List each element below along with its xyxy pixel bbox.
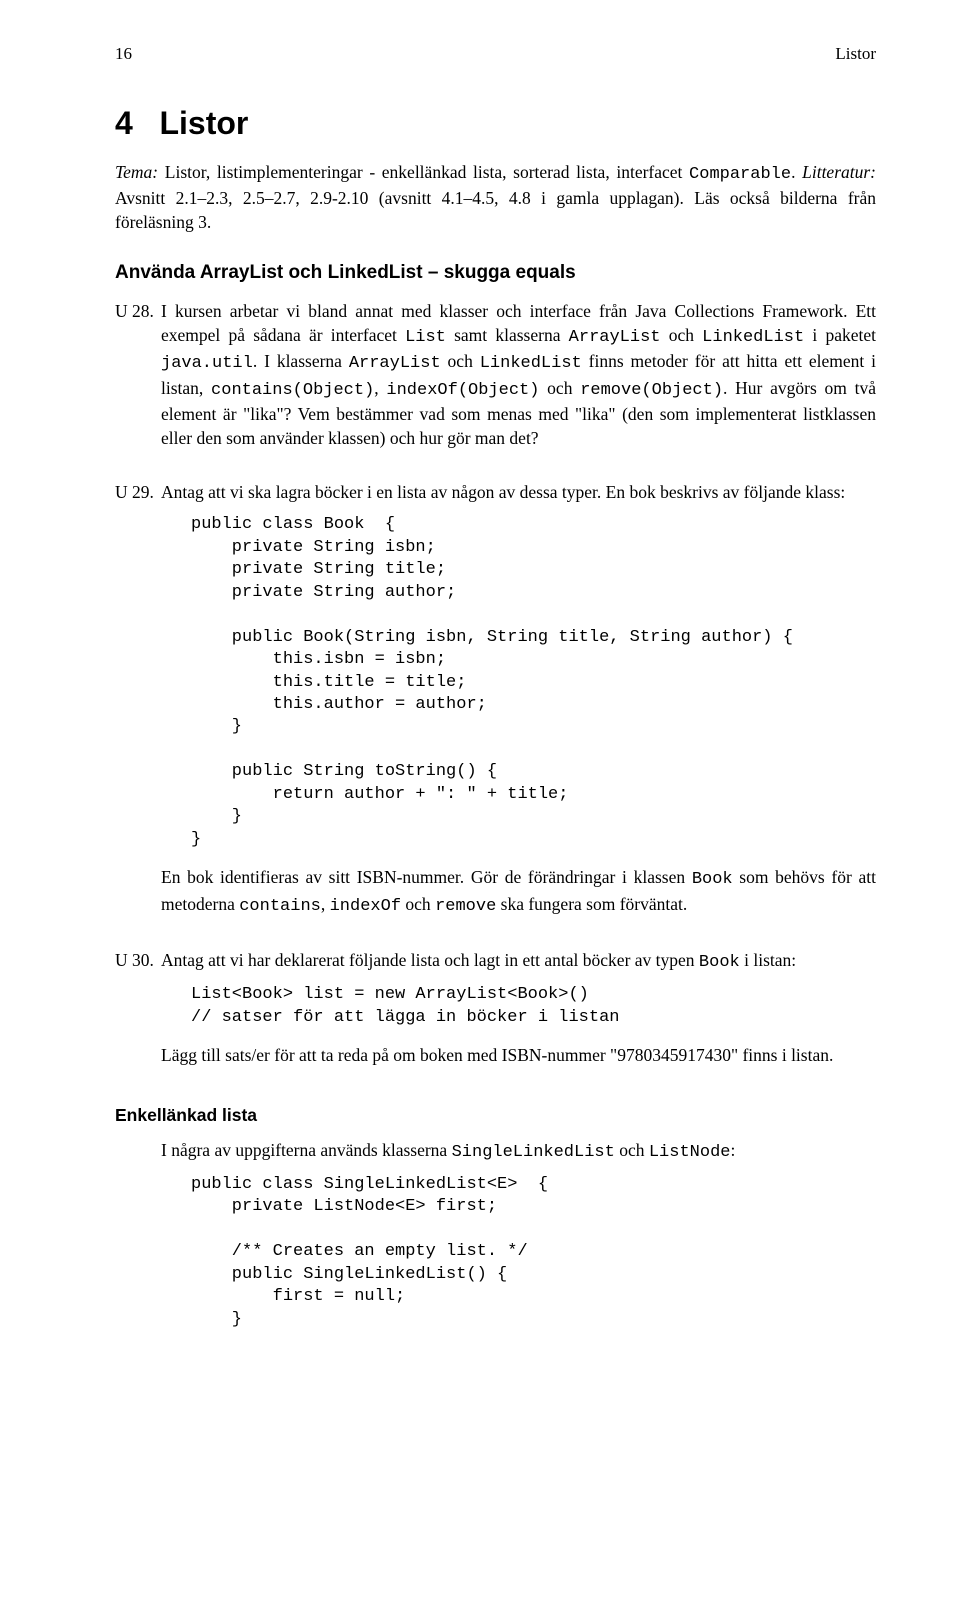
u29-followup: En bok identifieras av sitt ISBN-nummer.… xyxy=(161,865,876,918)
code-comparable: Comparable xyxy=(689,165,791,184)
chapter-heading: 4 Listor xyxy=(115,101,876,145)
page-header: 16 Listor xyxy=(115,42,876,65)
exercise-body: Antag att vi har deklarerat följande lis… xyxy=(161,948,876,1077)
tema-text: Listor, listimplementeringar - enkellänk… xyxy=(165,162,689,182)
page-number: 16 xyxy=(115,42,132,65)
u30-code-block: List<Book> list = new ArrayList<Book>() … xyxy=(161,984,876,1029)
exercise-u28: U 28. I kursen arbetar vi bland annat me… xyxy=(115,299,876,461)
section-2-wrapper: Enkellänkad lista I några av uppgifterna… xyxy=(161,1103,876,1331)
u29-code-block: public class Book { private String isbn;… xyxy=(161,514,876,851)
exercise-label: U 30. xyxy=(115,948,161,972)
u30-followup: Lägg till sats/er för att ta reda på om … xyxy=(161,1043,876,1067)
tema-paragraph: Tema: Listor, listimplementeringar - enk… xyxy=(115,160,876,235)
litteratur-text: Avsnitt 2.1–2.3, 2.5–2.7, 2.9-2.10 (avsn… xyxy=(115,188,876,232)
chapter-number: 4 xyxy=(115,105,133,141)
section2-intro: I några av uppgifterna används klasserna… xyxy=(161,1138,876,1164)
section-heading-enkellankad: Enkellänkad lista xyxy=(115,1103,876,1127)
u30-intro: Antag att vi har deklarerat följande lis… xyxy=(161,948,876,974)
exercise-body: I kursen arbetar vi bland annat med klas… xyxy=(161,299,876,461)
exercise-label: U 28. xyxy=(115,299,161,323)
exercise-label: U 29. xyxy=(115,480,161,504)
running-head: Listor xyxy=(835,42,876,65)
exercise-u29: U 29. Antag att vi ska lagra böcker i en… xyxy=(115,480,876,928)
tema-label: Tema: xyxy=(115,162,158,182)
page: 16 Listor 4 Listor Tema: Listor, listimp… xyxy=(0,0,960,1613)
u28-paragraph: I kursen arbetar vi bland annat med klas… xyxy=(161,299,876,451)
exercise-u30: U 30. Antag att vi har deklarerat följan… xyxy=(115,948,876,1077)
litteratur-label: Litteratur: xyxy=(802,162,876,182)
section-heading-arraylist: Använda ArrayList och LinkedList – skugg… xyxy=(115,260,876,286)
sll-code-block: public class SingleLinkedList<E> { priva… xyxy=(161,1174,876,1331)
chapter-title: Listor xyxy=(159,105,248,141)
exercise-body: Antag att vi ska lagra böcker i en lista… xyxy=(161,480,876,928)
u29-intro: Antag att vi ska lagra böcker i en lista… xyxy=(161,480,876,504)
